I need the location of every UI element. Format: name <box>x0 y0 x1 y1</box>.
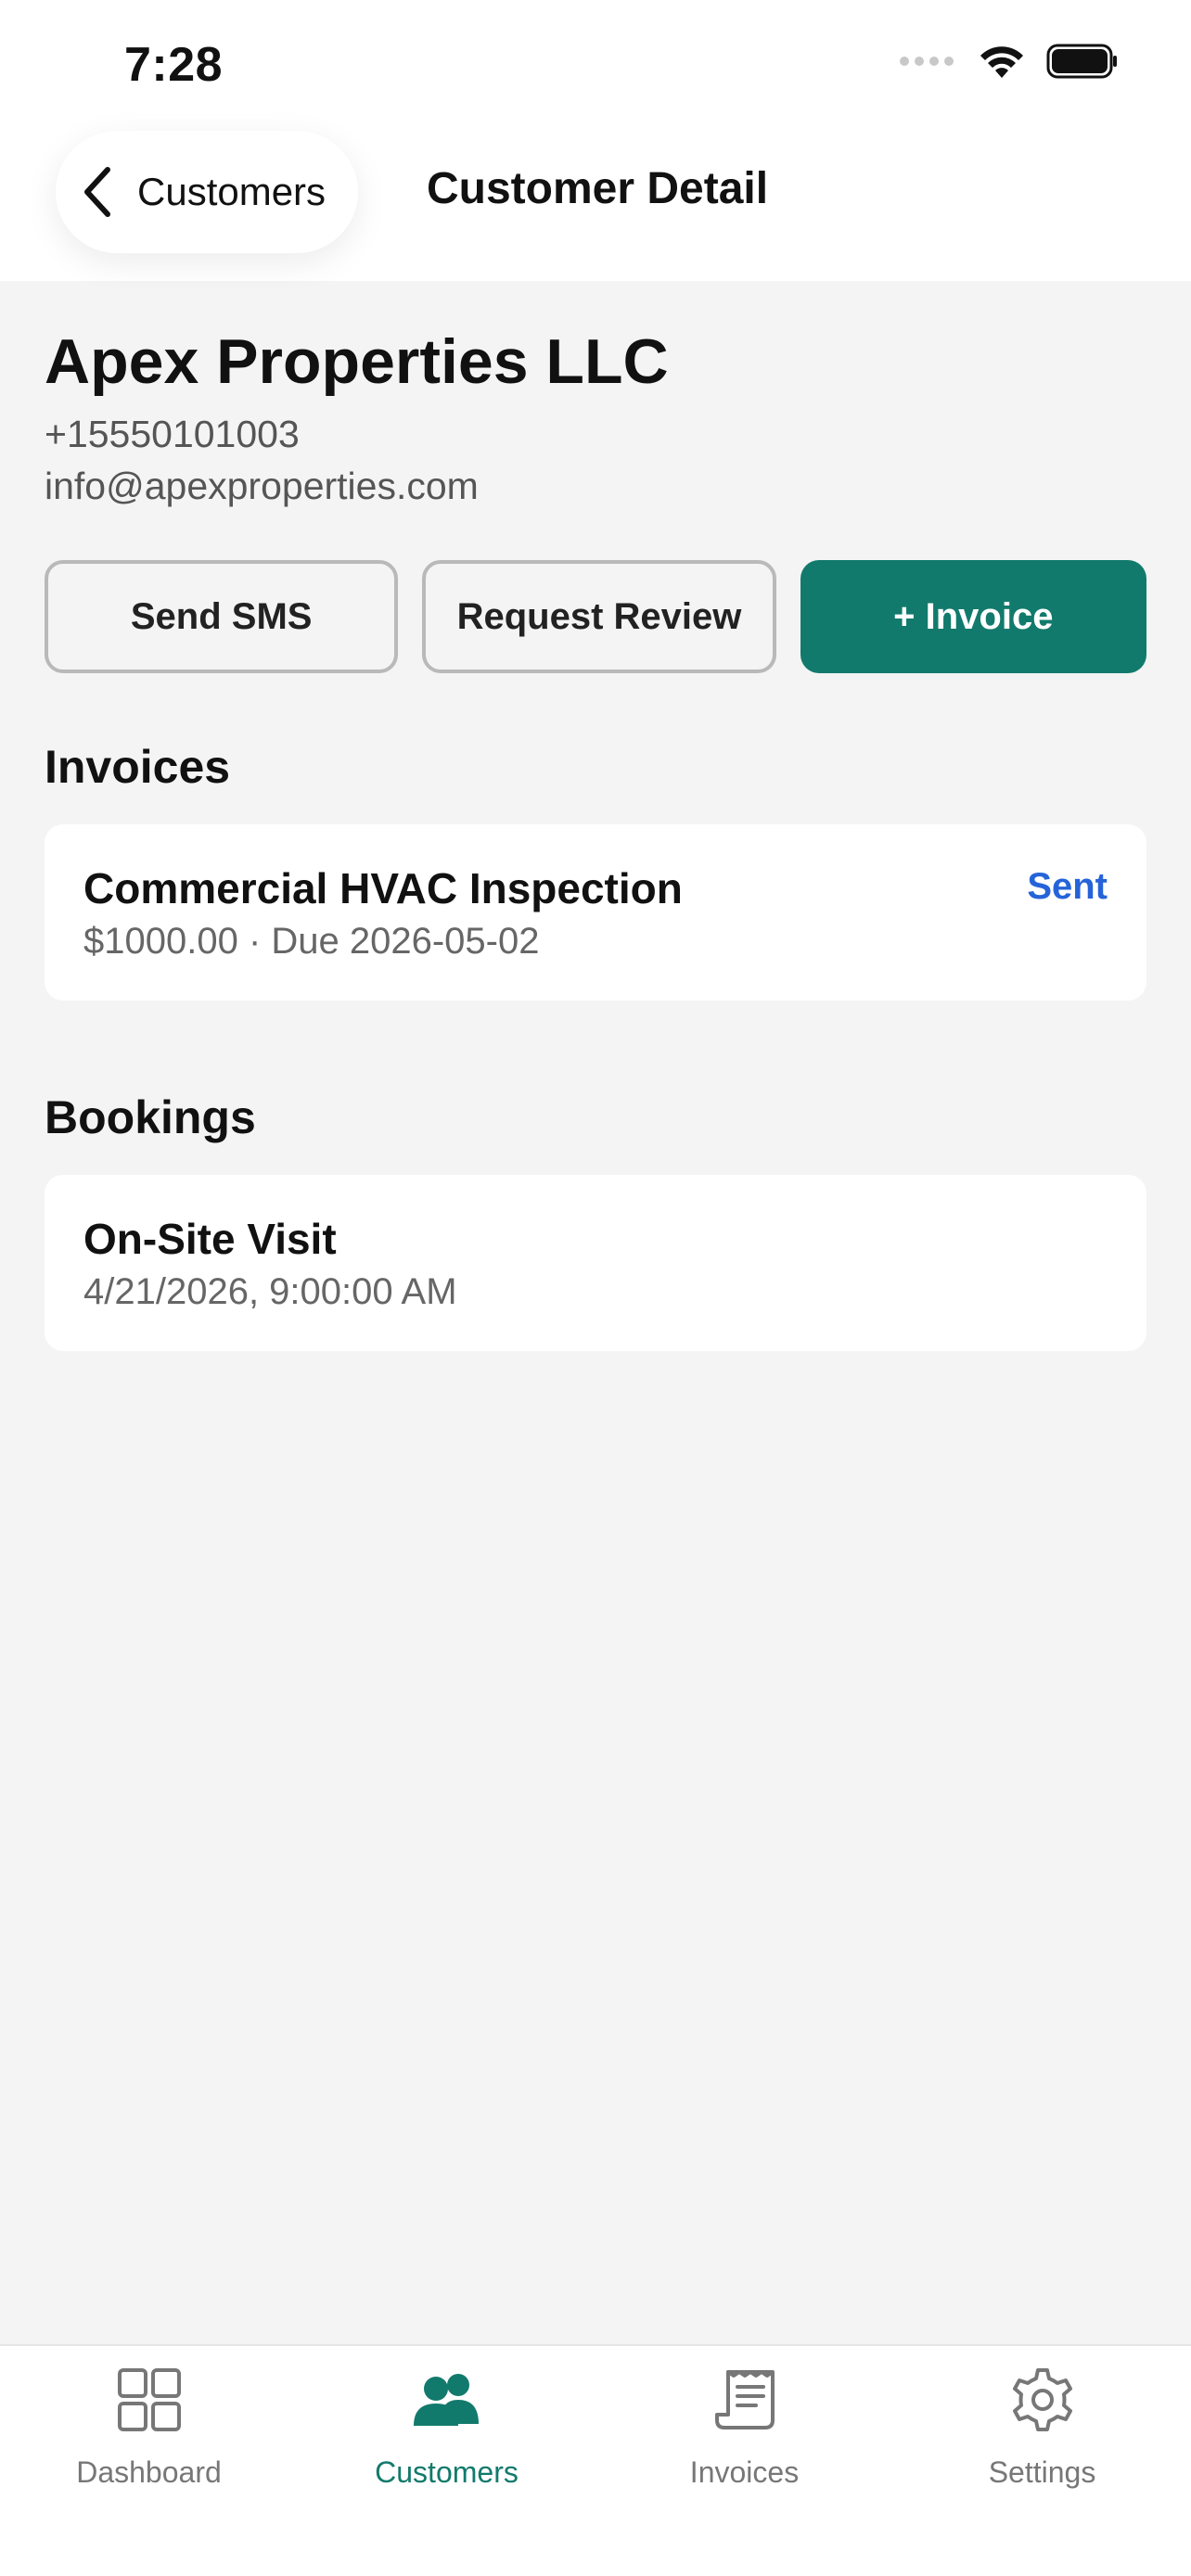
action-buttons: Send SMS Request Review + Invoice <box>45 560 1146 673</box>
tab-dashboard[interactable]: Dashboard <box>0 2346 298 2576</box>
invoice-list-item[interactable]: Commercial HVAC Inspection $1000.00 · Du… <box>45 824 1146 1001</box>
status-bar-icons <box>900 43 1119 80</box>
signal-icon <box>900 57 954 66</box>
send-sms-button[interactable]: Send SMS <box>45 560 399 673</box>
receipt-icon <box>711 2366 778 2433</box>
customer-phone: +15550101003 <box>45 413 300 455</box>
chevron-left-icon <box>80 164 117 220</box>
tab-customers[interactable]: Customers <box>298 2346 596 2576</box>
top-header: 7:28 Customers Customer Detail <box>0 0 1191 281</box>
tab-settings[interactable]: Settings <box>893 2346 1191 2576</box>
status-bar-time: 7:28 <box>124 38 224 92</box>
tab-bar: Dashboard Customers Invoices Settings <box>0 2344 1191 2576</box>
tab-invoices[interactable]: Invoices <box>596 2346 893 2576</box>
customer-email: info@apexproperties.com <box>45 465 479 507</box>
grid-icon <box>116 2366 183 2433</box>
booking-title: On-Site Visit <box>83 1215 337 1263</box>
bookings-heading: Bookings <box>45 1091 256 1143</box>
tab-label-settings: Settings <box>988 2455 1096 2489</box>
booking-list-item[interactable]: On-Site Visit 4/21/2026, 9:00:00 AM <box>45 1175 1146 1351</box>
booking-datetime: 4/21/2026, 9:00:00 AM <box>83 1271 457 1312</box>
tab-label-invoices: Invoices <box>689 2455 800 2489</box>
users-icon <box>412 2366 482 2433</box>
back-button-label: Customers <box>137 170 327 213</box>
invoices-heading: Invoices <box>45 741 231 793</box>
invoice-status-badge: Sent <box>1027 866 1108 907</box>
back-button[interactable]: Customers <box>56 131 358 253</box>
battery-icon <box>1046 43 1119 80</box>
tab-label-customers: Customers <box>375 2455 519 2489</box>
customer-name: Apex Properties LLC <box>45 326 669 397</box>
request-review-button[interactable]: Request Review <box>422 560 776 673</box>
gear-icon <box>1009 2366 1076 2433</box>
invoice-title: Commercial HVAC Inspection <box>83 864 683 912</box>
add-invoice-button[interactable]: + Invoice <box>800 560 1146 673</box>
invoice-subtitle: $1000.00 · Due 2026-05-02 <box>83 921 540 962</box>
wifi-icon <box>978 43 1026 80</box>
tab-label-dashboard: Dashboard <box>76 2455 222 2489</box>
page-title: Customer Detail <box>427 164 769 213</box>
